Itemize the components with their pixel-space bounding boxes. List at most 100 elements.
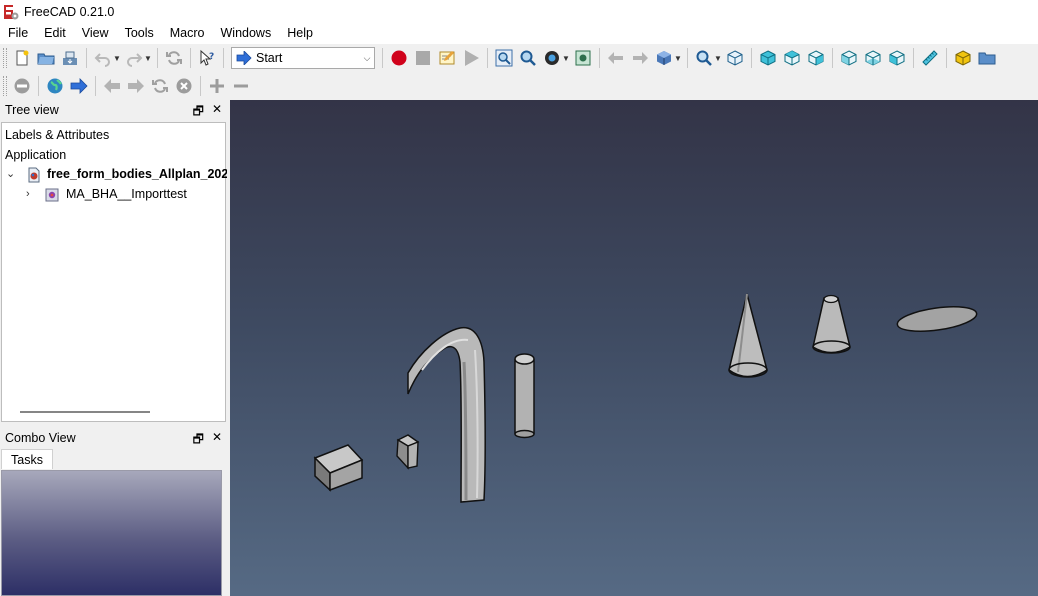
web-next-button[interactable]	[124, 74, 148, 98]
menu-windows[interactable]: Windows	[213, 23, 280, 44]
web-zoom-in-button[interactable]	[205, 74, 229, 98]
minus-icon	[234, 84, 248, 88]
redo-dropdown-chevron-icon[interactable]: ▼	[143, 46, 153, 70]
tree-item-document[interactable]: ⌄ free_form_bodies_Allplan_2022-	[6, 165, 239, 184]
toolbar-separator	[86, 48, 87, 68]
tree-view-header: Tree view 🗗 ✕	[0, 100, 228, 120]
whats-this-button[interactable]: ?	[195, 46, 219, 70]
horizontal-scrollbar[interactable]	[20, 411, 150, 413]
toolbar-separator	[157, 48, 158, 68]
view-isometric-button[interactable]	[723, 46, 747, 70]
web-go-button[interactable]	[67, 74, 91, 98]
web-stop-button[interactable]	[172, 74, 196, 98]
wedge-shape[interactable]	[396, 434, 420, 470]
toolbar-grip[interactable]	[3, 76, 7, 96]
workbench-label: Start	[256, 51, 283, 65]
view-top-button[interactable]	[780, 46, 804, 70]
part-label: MA_BHA__Importtest	[66, 187, 187, 201]
pointer-help-icon: ?	[200, 49, 214, 66]
document-label: free_form_bodies_Allplan_2022-	[47, 167, 240, 181]
chevron-right-icon[interactable]: ›	[26, 185, 38, 204]
fit-all-button[interactable]	[492, 46, 516, 70]
macro-execute-button[interactable]	[459, 46, 483, 70]
toolbar-separator	[95, 76, 96, 96]
web-back-button[interactable]	[100, 74, 124, 98]
tree-view-title: Tree view	[5, 103, 59, 117]
toolbar-separator	[913, 48, 914, 68]
workbench-selector[interactable]: Start ⌵	[231, 47, 375, 69]
measure-distance-button[interactable]	[918, 46, 942, 70]
close-icon[interactable]: ✕	[212, 430, 222, 451]
macro-edit-button[interactable]	[435, 46, 459, 70]
std-views-chevron-icon[interactable]: ▼	[673, 46, 683, 70]
ruler-icon	[922, 50, 938, 66]
back-button[interactable]	[604, 46, 628, 70]
part-feature-icon	[45, 188, 59, 201]
macro-record-button[interactable]	[387, 46, 411, 70]
open-button[interactable]	[34, 46, 58, 70]
ellipse-face-shape[interactable]	[896, 303, 978, 336]
window-title: FreeCAD 0.21.0	[24, 4, 115, 19]
arrow-right-icon	[633, 52, 648, 64]
toolbar-separator	[382, 48, 383, 68]
undo-dropdown-chevron-icon[interactable]: ▼	[112, 46, 122, 70]
part-icon	[955, 50, 971, 66]
bounding-box-button[interactable]	[571, 46, 595, 70]
navigation-toolbar	[0, 72, 1038, 100]
cone-shape[interactable]	[728, 293, 768, 378]
view-front-button[interactable]	[756, 46, 780, 70]
menu-file[interactable]: File	[0, 23, 36, 44]
record-icon	[391, 50, 407, 66]
view-rear-button[interactable]	[837, 46, 861, 70]
macro-edit-icon	[439, 51, 455, 65]
fit-selection-button[interactable]	[516, 46, 540, 70]
chevron-down-icon[interactable]: ⌄	[6, 165, 22, 184]
tab-tasks[interactable]: Tasks	[1, 449, 53, 469]
create-part-button[interactable]	[951, 46, 975, 70]
3d-viewport[interactable]	[230, 100, 1038, 596]
refresh-button[interactable]	[162, 46, 186, 70]
web-home-button[interactable]	[10, 74, 34, 98]
sweep-shape[interactable]	[407, 326, 486, 503]
web-globe-button[interactable]	[43, 74, 67, 98]
globe-icon	[47, 78, 63, 94]
save-button[interactable]	[58, 46, 82, 70]
view-bottom-button[interactable]	[861, 46, 885, 70]
toolbar-grip[interactable]	[3, 48, 7, 68]
create-group-button[interactable]	[975, 46, 999, 70]
float-panel-icon[interactable]: 🗗	[193, 430, 204, 451]
toolbar-separator	[38, 76, 39, 96]
draw-style-chevron-icon[interactable]: ▼	[561, 46, 571, 70]
cube-top-icon	[784, 50, 800, 66]
toolbar-separator	[190, 48, 191, 68]
combo-view-tabs: Tasks	[1, 449, 53, 469]
float-panel-icon[interactable]: 🗗	[193, 102, 204, 123]
box-shape[interactable]	[313, 444, 364, 492]
forward-button[interactable]	[628, 46, 652, 70]
freecad-logo-icon	[4, 4, 19, 19]
menu-tools[interactable]: Tools	[117, 23, 162, 44]
web-refresh-button[interactable]	[148, 74, 172, 98]
view-left-button[interactable]	[885, 46, 909, 70]
menu-view[interactable]: View	[74, 23, 117, 44]
wire-cube-icon	[727, 50, 743, 66]
zoom-chevron-icon[interactable]: ▼	[713, 46, 723, 70]
combo-view-header: Combo View 🗗 ✕	[0, 428, 228, 448]
view-right-button[interactable]	[804, 46, 828, 70]
plus-icon	[210, 79, 224, 93]
macro-stop-button[interactable]	[411, 46, 435, 70]
refresh-icon	[152, 79, 168, 93]
combo-view-title: Combo View	[5, 431, 76, 445]
new-document-button[interactable]	[10, 46, 34, 70]
menu-help[interactable]: Help	[279, 23, 321, 44]
tree-view[interactable]: Labels & Attributes Application ⌄ free_f…	[1, 122, 239, 422]
menu-macro[interactable]: Macro	[162, 23, 213, 44]
task-panel	[1, 470, 222, 596]
truncated-cone-shape[interactable]	[812, 294, 851, 354]
web-zoom-out-button[interactable]	[229, 74, 253, 98]
tree-item-part[interactable]: › MA_BHA__Importtest	[26, 185, 187, 204]
cylinder-shape[interactable]	[514, 353, 535, 439]
close-icon[interactable]: ✕	[212, 102, 222, 123]
arrow-right-icon	[70, 78, 88, 94]
menu-edit[interactable]: Edit	[36, 23, 74, 44]
